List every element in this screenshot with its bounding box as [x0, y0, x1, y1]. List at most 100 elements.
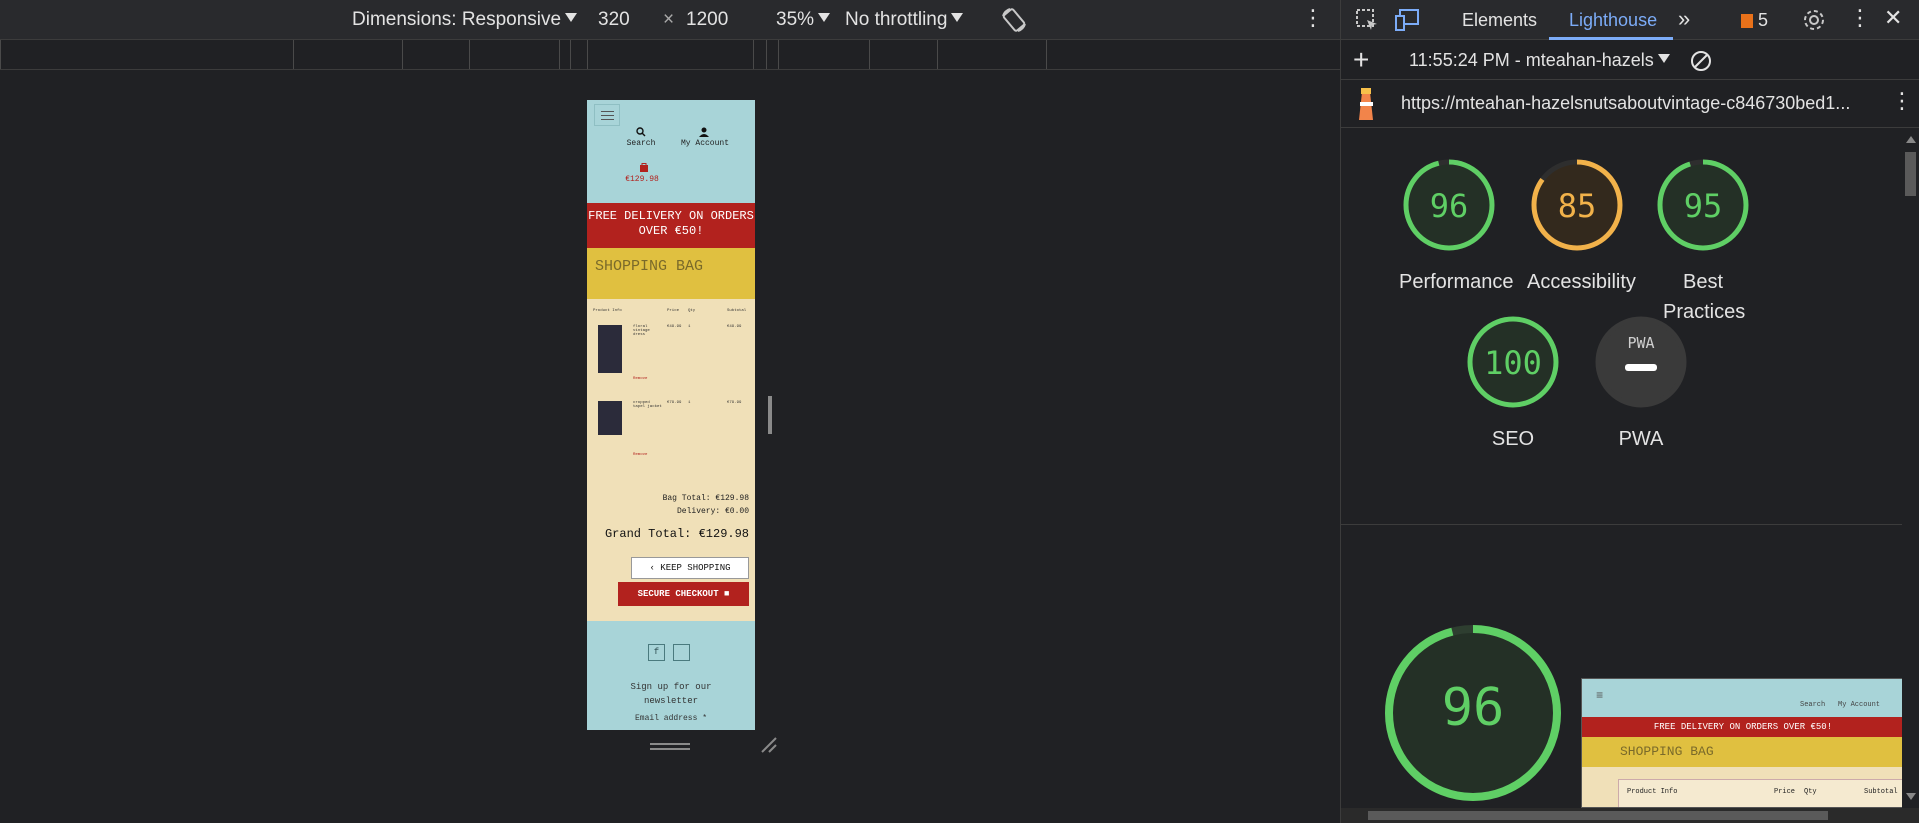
table-header-subtotal: Subtotal — [727, 309, 747, 313]
score-value: 96 — [1429, 187, 1469, 225]
score-label: PWA — [1618, 428, 1664, 450]
item-1-remove[interactable]: Remove — [633, 377, 647, 381]
table-header-qty: Qty — [688, 309, 696, 313]
preview-table: Product Info Price Qty Subtotal — [1618, 779, 1902, 807]
rotate-icon[interactable] — [1000, 6, 1028, 40]
score-label: Accessibility — [1527, 271, 1636, 293]
chevron-down-icon — [1657, 54, 1670, 63]
device-viewport[interactable]: Search My Account €129.98 FREE DELIVERY … — [587, 100, 755, 730]
email-field[interactable]: Email address * — [607, 714, 735, 723]
tab-elements[interactable]: Elements — [1462, 10, 1537, 31]
preview-header: ≡ Search My Account — [1582, 679, 1902, 717]
newsletter-label: Sign up for our newsletter — [630, 682, 712, 706]
scrollbar-thumb[interactable] — [1905, 152, 1916, 196]
vertical-scrollbar[interactable] — [1902, 128, 1919, 808]
bottom-resize-handle[interactable] — [650, 743, 690, 750]
media-query-ruler[interactable] — [0, 40, 1340, 70]
issue-flag-icon — [1741, 14, 1753, 28]
side-resize-handle[interactable] — [768, 396, 772, 434]
shopping-bag-icon[interactable] — [639, 162, 649, 172]
lighthouse-toolbar: + 11:55:24 PM - mteahan-hazels — [1341, 40, 1919, 80]
delivery-cost: Delivery: €0.00 — [676, 507, 749, 516]
more-tabs-icon[interactable]: » — [1678, 6, 1690, 32]
hamburger-menu-icon[interactable] — [594, 104, 620, 126]
times-glyph: × — [663, 9, 675, 30]
width-input[interactable]: 320 — [598, 9, 630, 31]
scroll-up-icon[interactable] — [1906, 136, 1916, 143]
device-toggle-icon[interactable] — [1395, 8, 1421, 32]
lighthouse-logo-icon — [1359, 88, 1373, 120]
dimensions-dropdown[interactable]: Dimensions: Responsive — [352, 9, 578, 31]
search-icon[interactable] — [636, 127, 646, 137]
free-delivery-banner: FREE DELIVERY ON ORDERS OVER €50! — [587, 203, 755, 248]
product-image-2[interactable] — [598, 401, 622, 435]
hscrollbar-thumb[interactable] — [1368, 811, 1828, 820]
zoom-dropdown[interactable]: 35% — [776, 9, 831, 31]
bag-total: Bag Total: €129.98 — [662, 494, 749, 503]
preview-header-subtotal: Subtotal — [1864, 788, 1898, 796]
big-score-value: 96 — [1441, 678, 1505, 738]
throttling-label: No throttling — [845, 9, 948, 30]
throttling-dropdown[interactable]: No throttling — [845, 9, 964, 31]
issues-counter[interactable]: 5 — [1741, 10, 1768, 31]
page-title: SHOPPING BAG — [587, 248, 755, 299]
chevron-down-icon — [818, 13, 831, 22]
facebook-icon[interactable]: f — [648, 644, 665, 661]
horizontal-scrollbar[interactable] — [1341, 808, 1919, 823]
scroll-down-icon[interactable] — [1906, 793, 1916, 800]
user-icon[interactable] — [699, 127, 709, 137]
report-url-bar: https://mteahan-hazelsnutsaboutvintage-c… — [1341, 80, 1919, 128]
height-input[interactable]: 1200 — [686, 9, 728, 31]
tab-lighthouse[interactable]: Lighthouse — [1569, 10, 1657, 31]
clear-icon[interactable] — [1689, 49, 1713, 73]
item-2-qty[interactable]: 1 — [688, 401, 690, 405]
nav-account-label[interactable]: My Account — [677, 139, 733, 148]
report-url[interactable]: https://mteahan-hazelsnutsaboutvintage-c… — [1401, 93, 1850, 114]
issues-count: 5 — [1758, 10, 1769, 30]
report-selector[interactable]: 11:55:24 PM - mteahan-hazels — [1409, 50, 1670, 71]
instagram-icon[interactable] — [673, 644, 690, 661]
preview-account-label: My Account — [1838, 701, 1881, 709]
site-header: Search My Account €129.98 — [587, 100, 755, 203]
nav-search-label[interactable]: Search — [623, 139, 659, 148]
gear-icon[interactable] — [1802, 8, 1826, 32]
preview-title: SHOPPING BAG — [1582, 737, 1902, 767]
report-menu-icon[interactable]: ⋮ — [1891, 88, 1913, 114]
item-2-remove[interactable]: Remove — [633, 453, 647, 457]
report-label: 11:55:24 PM - mteahan-hazels — [1409, 50, 1654, 70]
preview-header-qty: Qty — [1804, 788, 1817, 796]
item-1-qty[interactable]: 1 — [688, 325, 690, 329]
close-icon[interactable]: ✕ — [1884, 5, 1902, 31]
score-gauge-accessibility[interactable]: 85 Accessibility — [1527, 155, 1636, 297]
divider — [1341, 524, 1903, 525]
add-report-icon[interactable]: + — [1353, 44, 1369, 76]
corner-resize-handle-icon[interactable] — [760, 736, 778, 754]
nav-bag-total[interactable]: €129.98 — [617, 175, 667, 184]
lock-icon: ■ — [724, 589, 730, 599]
item-2-price: €79.99 — [667, 401, 682, 405]
kebab-menu-icon[interactable]: ⋮ — [1849, 5, 1871, 31]
score-gauge-seo[interactable]: 100 SEO — [1463, 312, 1563, 454]
table-header-product: Product Info — [593, 309, 622, 313]
page-screenshot-preview[interactable]: ≡ Search My Account FREE DELIVERY ON ORD… — [1581, 678, 1903, 808]
more-options-icon[interactable]: ⋮ — [1302, 5, 1324, 31]
item-2-name[interactable]: cropped tapel jacket — [633, 401, 663, 409]
keep-shopping-button[interactable]: ‹ KEEP SHOPPING — [631, 557, 749, 579]
secure-checkout-button[interactable]: SECURE CHECKOUT ■ — [618, 582, 749, 606]
inspect-element-icon[interactable] — [1355, 8, 1379, 32]
item-2-subtotal: €79.99 — [727, 401, 742, 405]
chevron-down-icon — [951, 13, 964, 22]
score-label: SEO — [1491, 428, 1535, 450]
score-gauge-performance[interactable]: 96 Performance — [1399, 155, 1514, 297]
performance-big-gauge: 96 — [1383, 623, 1563, 803]
product-image-1[interactable] — [598, 325, 622, 373]
table-header-price: Price — [667, 309, 680, 313]
preview-header-price: Price — [1774, 788, 1796, 796]
score-gauge-pwa[interactable]: PWA PWA — [1591, 312, 1691, 454]
item-1-name[interactable]: floral vintage dress — [633, 325, 663, 337]
grand-total: Grand Total: €129.98 — [604, 527, 749, 541]
score-gauge-best-practices[interactable]: 95 Best Practices — [1653, 155, 1753, 327]
score-value: 95 — [1683, 187, 1723, 225]
preview-banner: FREE DELIVERY ON ORDERS OVER €50! — [1582, 717, 1902, 737]
pwa-badge: PWA — [1591, 334, 1691, 371]
